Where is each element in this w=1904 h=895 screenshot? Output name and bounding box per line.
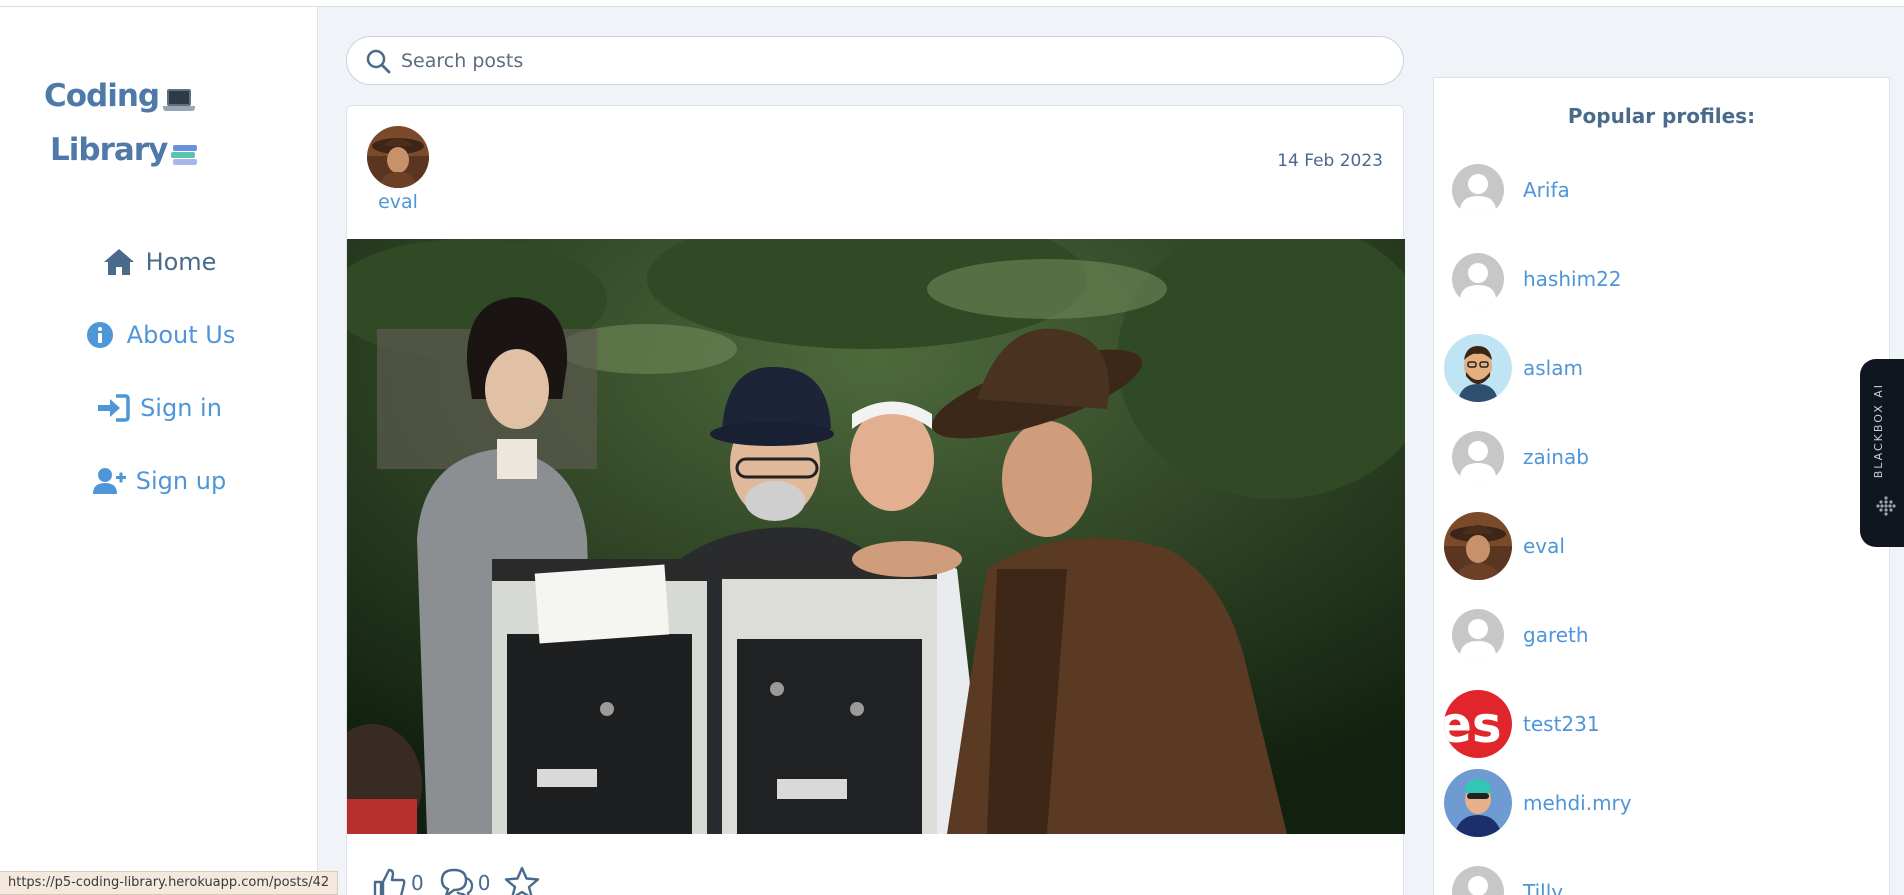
profile-name: mehdi.mry: [1523, 791, 1632, 815]
cartoon-avatar-icon: [1444, 334, 1512, 402]
logo-text-library: Library: [50, 132, 168, 168]
search-icon: [366, 49, 391, 73]
main-nav: Home About Us Sign in Sign up: [0, 225, 318, 517]
author-avatar[interactable]: [367, 126, 429, 188]
post-author[interactable]: eval: [347, 191, 449, 213]
profile-name: Arifa: [1523, 178, 1570, 202]
nav-about-us[interactable]: About Us: [0, 298, 318, 371]
nav-about-us-label: About Us: [126, 320, 236, 349]
nav-sign-up-label: Sign up: [135, 466, 227, 495]
status-bar-url: https://p5-coding-library.herokuapp.com/…: [0, 871, 339, 895]
like-count: 0: [411, 871, 424, 895]
profile-item[interactable]: gareth: [1444, 601, 1589, 669]
info-icon: [86, 321, 113, 348]
nav-sign-in-label: Sign in: [140, 393, 222, 422]
profile-item[interactable]: Tilly: [1444, 858, 1563, 895]
default-avatar-icon: [1444, 423, 1512, 491]
profile-name: hashim22: [1523, 267, 1622, 291]
bookmark-star-icon[interactable]: [504, 866, 540, 895]
nav-sign-in[interactable]: Sign in: [0, 371, 318, 444]
post-card: eval 14 Feb 2023 0 0: [346, 105, 1405, 895]
logo-text-coding: Coding: [44, 78, 160, 114]
brand-logo[interactable]: Coding Library: [44, 69, 204, 177]
text-avatar-icon: es: [1444, 690, 1512, 758]
profile-item[interactable]: zainab: [1444, 423, 1589, 491]
swimmer-avatar-icon: [1444, 769, 1512, 837]
popular-profiles-panel: Popular profiles: Arifa hashim22 aslam z…: [1433, 77, 1890, 895]
search-input[interactable]: [401, 49, 1361, 72]
popular-profiles-title: Popular profiles:: [1567, 104, 1756, 128]
home-icon: [103, 248, 134, 275]
profile-name: zainab: [1523, 445, 1589, 469]
logo-line-2: Library: [44, 123, 204, 177]
logo-line-1: Coding: [44, 69, 204, 123]
like-icon[interactable]: [371, 866, 407, 895]
default-avatar-icon: [1444, 156, 1512, 224]
search-bar[interactable]: [346, 36, 1404, 85]
profile-name: eval: [1523, 534, 1565, 558]
profile-item[interactable]: hashim22: [1444, 245, 1622, 313]
laptop-icon: [163, 89, 196, 113]
profile-item[interactable]: Arifa: [1444, 156, 1570, 224]
default-avatar-icon: [1444, 245, 1512, 313]
books-icon: [171, 145, 199, 169]
nav-home[interactable]: Home: [0, 225, 318, 298]
default-avatar-icon: [1444, 601, 1512, 669]
profile-name: aslam: [1523, 356, 1583, 380]
profile-item[interactable]: eval: [1444, 512, 1565, 580]
post-image: [347, 239, 1405, 834]
nav-sign-up[interactable]: Sign up: [0, 444, 318, 517]
user-plus-icon: [92, 467, 126, 494]
comments-icon[interactable]: [438, 866, 474, 895]
comment-count: 0: [477, 871, 491, 895]
default-avatar-icon: [1444, 858, 1512, 895]
blackbox-ai-label: BLACKBOX AI: [1872, 383, 1885, 479]
blackbox-logo-icon: [1876, 496, 1896, 516]
sidebar: Coding Library Home About Us Sign in Sig…: [0, 7, 318, 895]
nav-home-label: Home: [145, 247, 217, 276]
post-date: 14 Feb 2023: [1277, 151, 1383, 171]
svg-text:es: es: [1444, 696, 1502, 754]
profile-name: test231: [1523, 712, 1600, 736]
profile-item[interactable]: mehdi.mry: [1444, 769, 1632, 837]
profile-item[interactable]: es test231: [1444, 690, 1600, 758]
profile-item[interactable]: aslam: [1444, 334, 1583, 402]
profile-name: Tilly: [1523, 880, 1564, 895]
blackbox-ai-tab[interactable]: BLACKBOX AI: [1860, 359, 1904, 547]
browser-top-edge: [0, 0, 1904, 7]
post-actions: 0 0: [371, 866, 540, 895]
profile-name: gareth: [1523, 623, 1589, 647]
sign-in-icon: [98, 393, 130, 422]
photo-avatar-icon: [1444, 512, 1512, 580]
